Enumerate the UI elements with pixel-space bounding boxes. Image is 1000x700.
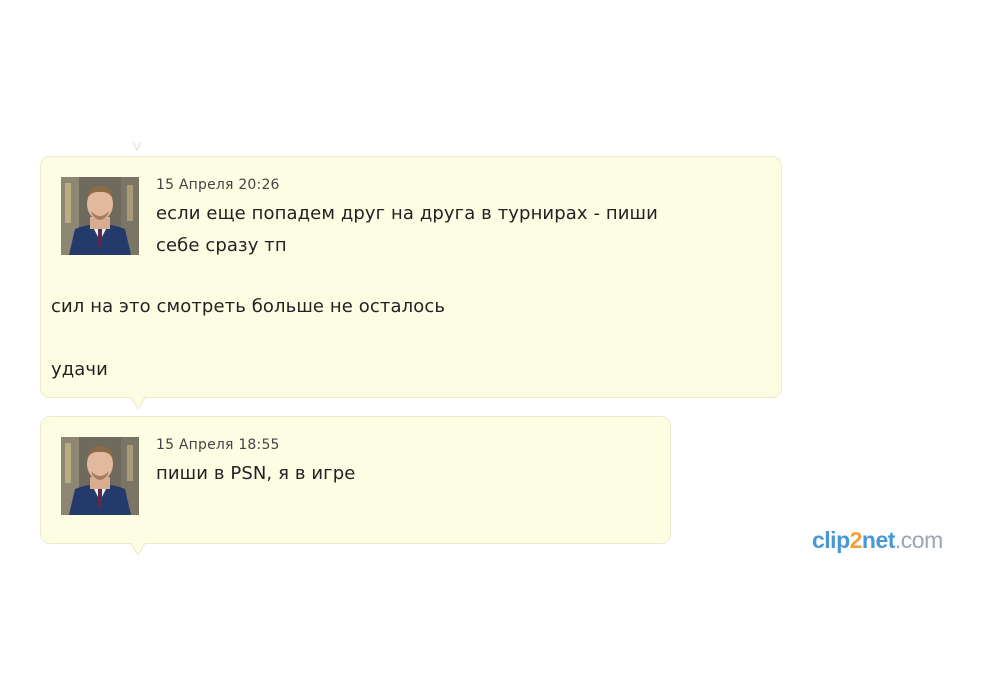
chat-canvas: 15 Апреля 20:26 если еще попадем друг на… — [0, 0, 1000, 700]
avatar[interactable] — [61, 177, 139, 255]
watermark-part: clip — [812, 527, 850, 553]
tail-top-icon — [132, 141, 142, 152]
avatar[interactable] — [61, 437, 139, 515]
message-text-line: пиши в PSN, я в игре — [156, 463, 356, 484]
message-bubble: 15 Апреля 20:26 если еще попадем друг на… — [40, 156, 782, 398]
watermark-part: .com — [894, 527, 943, 553]
message-text-line: себе сразу тп — [156, 235, 287, 256]
message-text-line: удачи — [51, 359, 108, 380]
watermark-part: 2 — [849, 527, 863, 553]
bubble-tail — [131, 542, 145, 554]
message-bubble: 15 Апреля 18:55 пиши в PSN, я в игре — [40, 416, 671, 544]
message-text-line: если еще попадем друг на друга в турнира… — [156, 203, 658, 224]
message-text-line: сил на это смотреть больше не осталось — [51, 296, 446, 317]
bubble-tail — [131, 396, 145, 408]
watermark-part: net — [861, 527, 896, 553]
message-timestamp: 15 Апреля 20:26 — [156, 177, 280, 193]
avatar-image — [61, 177, 139, 255]
avatar-image — [61, 437, 139, 515]
message-timestamp: 15 Апреля 18:55 — [156, 437, 280, 453]
watermark-logo: clip2net.com — [812, 527, 943, 554]
